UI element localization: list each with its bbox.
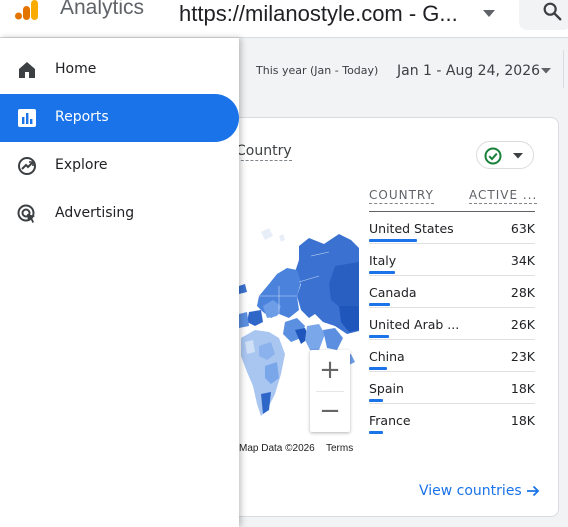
nav-item-advertising[interactable]: Advertising (0, 190, 239, 238)
table-row[interactable]: Canada 28K (369, 276, 535, 308)
top-app-bar: Analytics https://milanostyle.com - G... (0, 0, 568, 38)
nav-item-label: Advertising (55, 205, 135, 221)
view-countries-link[interactable]: View countries (419, 483, 522, 499)
map-attribution: Map Data ©2026 (239, 443, 315, 454)
card-title[interactable]: Country (236, 143, 292, 161)
active-users-value: 34K (510, 253, 535, 268)
value-bar (369, 367, 387, 370)
search-button[interactable] (519, 0, 568, 30)
advertising-icon (17, 204, 35, 223)
value-bar (369, 271, 395, 274)
date-range-picker[interactable]: Jan 1 - Aug 24, 2026 (397, 63, 540, 79)
check-circle-icon (484, 147, 502, 165)
country-name: China (369, 349, 405, 364)
active-users-value: 18K (510, 381, 535, 396)
country-name: United Arab ... (369, 317, 460, 332)
table-row[interactable]: China 23K (369, 340, 535, 372)
date-range-bar: This year (Jan - Today) Jan 1 - Aug 24, … (239, 38, 568, 104)
value-bar (369, 239, 417, 242)
chevron-down-icon[interactable] (541, 68, 551, 74)
map-terms-link[interactable]: Terms (326, 443, 353, 454)
value-bar (369, 303, 390, 306)
arrow-right-icon[interactable] (525, 483, 541, 499)
property-selector[interactable]: https://milanostyle.com - G... (179, 1, 458, 27)
country-name: Spain (369, 381, 404, 396)
search-icon (543, 2, 562, 21)
date-range-label: This year (Jan - Today) (256, 64, 379, 77)
zoom-out-button[interactable]: − (310, 391, 350, 432)
active-users-value: 63K (510, 221, 535, 236)
status-dropdown[interactable] (476, 141, 534, 169)
table-row[interactable]: Spain 18K (369, 372, 535, 404)
country-name: United States (369, 221, 454, 236)
map-zoom-controls: + − (310, 350, 350, 432)
value-bar (369, 335, 389, 338)
country-name: Canada (369, 285, 417, 300)
nav-item-home[interactable]: Home (0, 46, 239, 94)
table-row[interactable]: France 18K (369, 404, 535, 436)
country-name: Italy (369, 253, 397, 268)
active-users-value: 23K (510, 349, 535, 364)
column-header-active-users[interactable]: ACTIVE ... (469, 188, 538, 204)
app-title: Analytics (60, 0, 145, 19)
column-header-country[interactable]: COUNTRY (369, 188, 434, 204)
nav-item-explore[interactable]: Explore (0, 142, 239, 190)
divider (563, 50, 564, 88)
active-users-value: 26K (510, 317, 535, 332)
active-users-value: 18K (510, 413, 535, 428)
table-row[interactable]: Italy 34K (369, 244, 535, 276)
country-name: France (369, 413, 411, 428)
nav-item-reports[interactable]: Reports (0, 94, 239, 142)
active-users-value: 28K (510, 285, 535, 300)
table-row[interactable]: United States 63K (369, 212, 535, 244)
analytics-logo[interactable] (14, 0, 42, 20)
home-icon (19, 62, 35, 78)
value-bar (369, 431, 383, 434)
nav-item-label: Reports (55, 109, 109, 125)
chevron-down-icon (513, 153, 523, 159)
explore-icon (18, 157, 36, 175)
side-navigation: Home Reports Explore Advertising (0, 38, 239, 527)
chevron-down-icon[interactable] (483, 10, 495, 18)
nav-item-label: Explore (55, 157, 108, 173)
table-row[interactable]: United Arab ... 26K (369, 308, 535, 340)
zoom-in-button[interactable]: + (310, 350, 350, 391)
nav-item-label: Home (55, 61, 97, 77)
reports-icon (18, 109, 36, 127)
value-bar (369, 399, 383, 402)
